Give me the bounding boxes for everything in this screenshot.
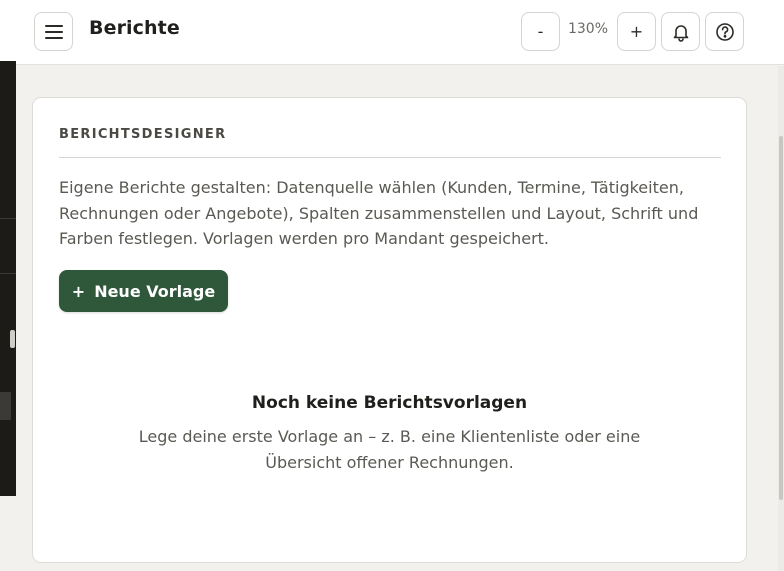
- zoom-in-button[interactable]: +: [617, 12, 656, 51]
- sidebar-divider: [0, 218, 16, 219]
- section-divider: [59, 157, 721, 158]
- page-title: Berichte: [89, 17, 180, 39]
- zoom-level: 130%: [567, 21, 609, 37]
- report-designer-card: BERICHTSDESIGNER Eigene Berichte gestalt…: [32, 97, 747, 563]
- page-scrollbar-thumb[interactable]: [779, 136, 783, 500]
- bell-icon: [673, 24, 688, 42]
- section-description: Eigene Berichte gestalten: Datenquelle w…: [59, 178, 699, 248]
- help-button[interactable]: [705, 12, 744, 51]
- sidebar-divider: [0, 273, 16, 274]
- menu-icon: [44, 24, 63, 39]
- new-template-button[interactable]: + Neue Vorlage: [59, 270, 228, 312]
- empty-state-text: Lege deine erste Vorlage an – z. B. eine…: [138, 427, 641, 472]
- notifications-button[interactable]: [661, 12, 700, 51]
- sidebar-panel[interactable]: [0, 61, 16, 496]
- empty-state-title: Noch keine Berichtsvorlagen: [251, 393, 528, 413]
- help-icon: [715, 22, 734, 41]
- page-scrollbar[interactable]: [778, 66, 784, 571]
- top-bar: Berichte - 130% +: [0, 0, 784, 65]
- new-template-label: Neue Vorlage: [94, 281, 216, 301]
- section-heading: BERICHTSDESIGNER: [59, 127, 227, 142]
- sidebar-item-active[interactable]: [0, 392, 11, 420]
- zoom-out-button[interactable]: -: [521, 12, 560, 51]
- plus-icon: +: [71, 281, 86, 301]
- sidebar-scroll-handle[interactable]: [10, 330, 15, 348]
- menu-button[interactable]: [34, 12, 73, 51]
